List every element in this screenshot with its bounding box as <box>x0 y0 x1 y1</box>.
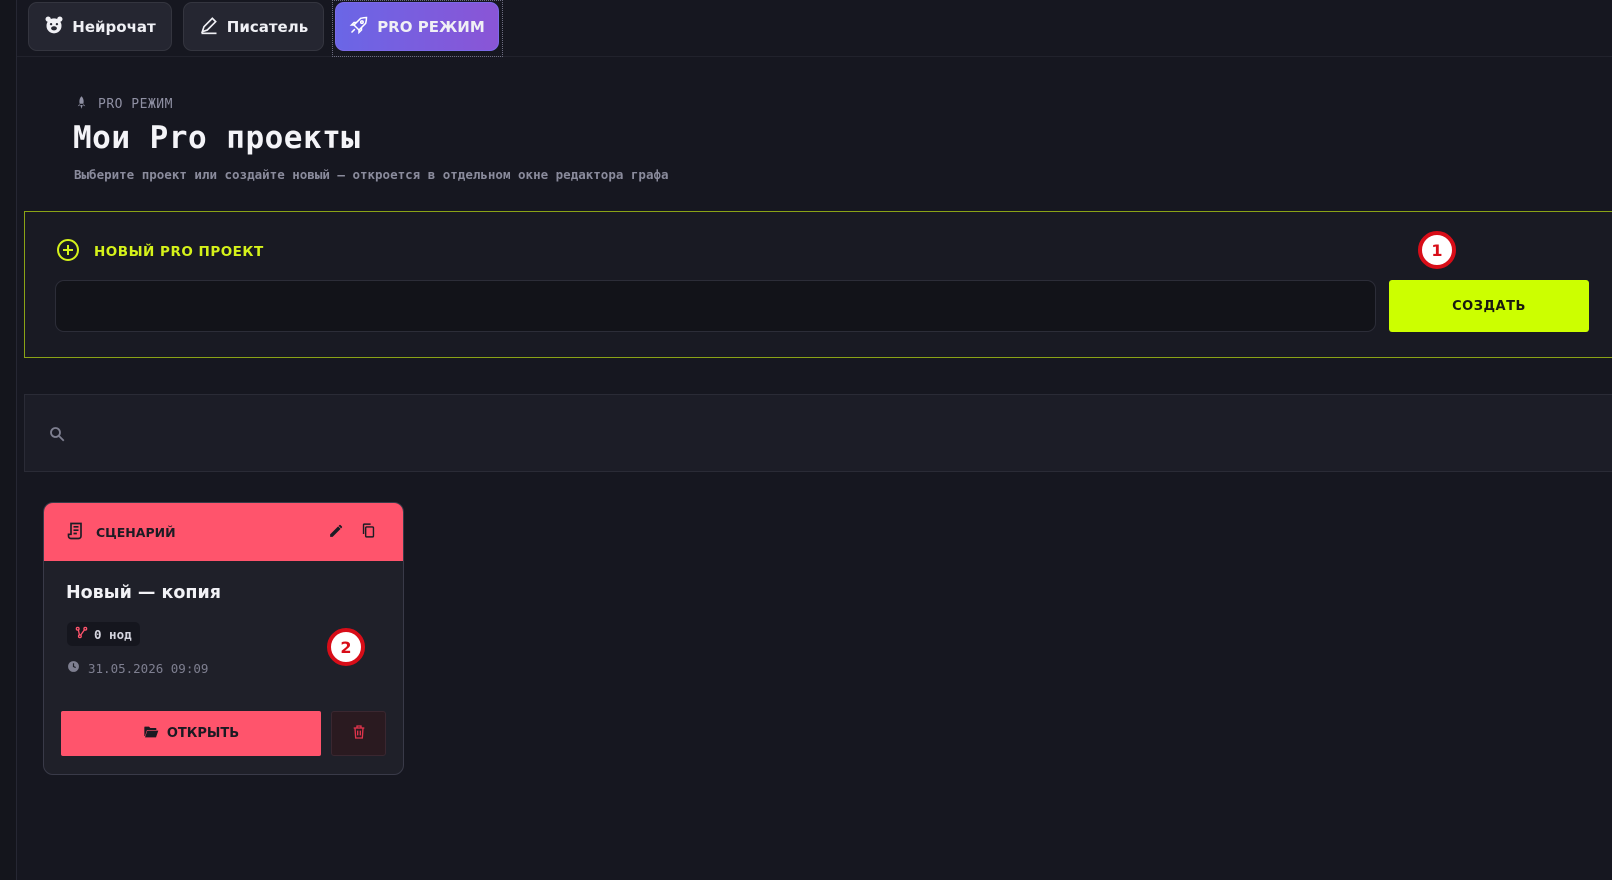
tab-pro-mode[interactable]: PRO РЕЖИМ <box>335 2 499 51</box>
app-root: Нейрочат Писатель PRO РЕЖИМ PRO РЕЖИМ Мо… <box>17 0 1612 880</box>
page-subtitle: Выберите проект или создайте новый — отк… <box>74 167 669 182</box>
pen-writing-icon <box>199 15 219 39</box>
project-type: СЦЕНАРИЙ <box>66 521 176 544</box>
tab-writer[interactable]: Писатель <box>183 2 324 51</box>
copy-icon <box>360 522 377 543</box>
plus-circle-icon <box>56 238 80 266</box>
bear-face-icon <box>44 15 64 39</box>
project-title: Новый — копия <box>66 583 222 603</box>
open-project-button[interactable]: ОТКРЫТЬ <box>61 711 321 756</box>
project-search-bar <box>24 394 1612 472</box>
tab-label: Нейрочат <box>72 17 156 36</box>
folder-open-icon <box>143 724 159 744</box>
project-type-label: СЦЕНАРИЙ <box>96 525 176 540</box>
annotation-marker-1: 1 <box>1418 231 1456 269</box>
tab-label: PRO РЕЖИМ <box>377 17 485 36</box>
tab-neurochat[interactable]: Нейрочат <box>28 2 172 51</box>
section-eyebrow: PRO РЕЖИМ <box>74 94 173 114</box>
project-date-label: 31.05.2026 09:09 <box>88 660 209 676</box>
new-project-heading-label: НОВЫЙ PRO ПРОЕКТ <box>94 244 264 260</box>
project-name-input[interactable] <box>55 280 1376 332</box>
open-project-label: ОТКРЫТЬ <box>166 726 240 741</box>
delete-project-button[interactable] <box>331 711 386 756</box>
trash-icon <box>351 724 367 743</box>
search-input[interactable] <box>77 409 1597 459</box>
new-project-heading: НОВЫЙ PRO ПРОЕКТ <box>56 238 264 266</box>
edit-project-button[interactable] <box>325 521 347 543</box>
annotation-marker-2: 2 <box>327 628 365 666</box>
rocket-icon <box>74 95 89 114</box>
left-rail <box>0 0 17 880</box>
new-project-panel: НОВЫЙ PRO ПРОЕКТ СОЗДАТЬ <box>24 211 1612 358</box>
project-card-header: СЦЕНАРИЙ <box>44 503 403 561</box>
duplicate-project-button[interactable] <box>357 521 379 543</box>
clock-icon <box>67 660 80 676</box>
node-count-label: 0 нод <box>94 626 132 642</box>
project-date: 31.05.2026 09:09 <box>67 660 208 676</box>
graph-nodes-icon <box>75 626 88 642</box>
pencil-icon <box>328 522 345 543</box>
create-button[interactable]: СОЗДАТЬ <box>1389 280 1589 332</box>
page-title: Мои Pro проекты <box>73 120 361 156</box>
node-count-badge: 0 нод <box>67 622 140 646</box>
eyebrow-label: PRO РЕЖИМ <box>98 96 173 112</box>
top-tab-bar: Нейрочат Писатель PRO РЕЖИМ <box>17 0 1612 57</box>
rocket-icon <box>349 15 369 39</box>
script-scroll-icon <box>66 521 86 544</box>
tab-label: Писатель <box>226 17 309 36</box>
